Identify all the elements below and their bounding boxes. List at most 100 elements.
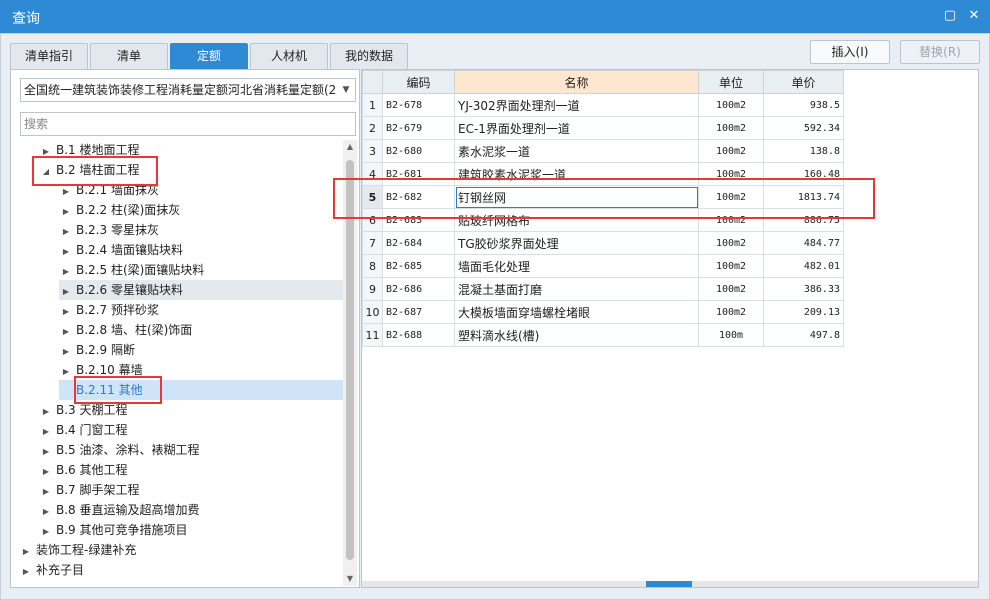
panel-splitter-grip[interactable] xyxy=(646,581,692,587)
tree-node[interactable]: ▶ 装饰工程-绿建补充 xyxy=(19,540,343,560)
tree-node[interactable]: ▶ B.2.4 墙面镶贴块料 xyxy=(59,240,343,260)
collapsed-caret-icon[interactable]: ▶ xyxy=(59,282,73,302)
cell-unit[interactable]: 100m2 xyxy=(698,300,764,324)
table-row[interactable]: 6 B2-683 贴玻纤网格布 100m2 886.75 xyxy=(362,208,844,232)
table-row[interactable]: 9 B2-686 混凝土基面打磨 100m2 386.33 xyxy=(362,277,844,301)
cell-code[interactable]: B2-687 xyxy=(382,300,455,324)
cell-unit[interactable]: 100m2 xyxy=(698,116,764,140)
cell-name[interactable]: TG胶砂浆界面处理 xyxy=(454,231,699,255)
table-row[interactable]: 8 B2-685 墙面毛化处理 100m2 482.01 xyxy=(362,254,844,278)
cell-name[interactable]: 钉钢丝网 xyxy=(454,185,699,209)
cell-name[interactable]: 墙面毛化处理 xyxy=(454,254,699,278)
cell-code[interactable]: B2-686 xyxy=(382,277,455,301)
tab-bill[interactable]: 清单 xyxy=(90,43,168,69)
header-unit[interactable]: 单位 xyxy=(698,70,764,94)
tree-node[interactable]: B.2.11 其他 xyxy=(59,380,343,400)
cell-code[interactable]: B2-682 xyxy=(382,185,455,209)
close-icon[interactable]: ✕ xyxy=(964,6,984,26)
table-row[interactable]: 1 B2-678 YJ-302界面处理剂一道 100m2 938.5 xyxy=(362,93,844,117)
cell-name[interactable]: 贴玻纤网格布 xyxy=(454,208,699,232)
cell-name[interactable]: YJ-302界面处理剂一道 xyxy=(454,93,699,117)
header-price[interactable]: 单价 xyxy=(763,70,844,94)
tree-node[interactable]: ▶ B.2.3 零星抹灰 xyxy=(59,220,343,240)
search-input[interactable] xyxy=(20,112,356,136)
cell-price[interactable]: 138.8 xyxy=(763,139,844,163)
collapsed-caret-icon[interactable]: ▶ xyxy=(59,342,73,362)
cell-name[interactable]: 素水泥浆一道 xyxy=(454,139,699,163)
header-code[interactable]: 编码 xyxy=(382,70,455,94)
tree-node[interactable]: ▶ B.7 脚手架工程 xyxy=(39,480,343,500)
cell-unit[interactable]: 100m2 xyxy=(698,231,764,255)
cell-unit[interactable]: 100m xyxy=(698,323,764,347)
tree-node[interactable]: ▶ B.4 门窗工程 xyxy=(39,420,343,440)
cell-unit[interactable]: 100m2 xyxy=(698,254,764,278)
cell-unit[interactable]: 100m2 xyxy=(698,162,764,186)
cell-price[interactable]: 386.33 xyxy=(763,277,844,301)
collapsed-caret-icon[interactable]: ▶ xyxy=(19,542,33,562)
collapsed-caret-icon[interactable]: ▶ xyxy=(39,462,53,482)
tree-node[interactable]: ▶ B.1 楼地面工程 xyxy=(39,140,343,160)
cell-code[interactable]: B2-683 xyxy=(382,208,455,232)
table-row[interactable]: 10 B2-687 大模板墙面穿墙螺栓堵眼 100m2 209.13 xyxy=(362,300,844,324)
row-index[interactable]: 5 xyxy=(362,185,383,209)
row-index[interactable]: 6 xyxy=(362,208,383,232)
table-row[interactable]: 7 B2-684 TG胶砂浆界面处理 100m2 484.77 xyxy=(362,231,844,255)
chevron-down-icon[interactable]: ▼ xyxy=(337,79,355,101)
cell-name[interactable]: 大模板墙面穿墙螺栓堵眼 xyxy=(454,300,699,324)
tree-node[interactable]: ▶ B.2.5 柱(梁)面镶贴块料 xyxy=(59,260,343,280)
collapsed-caret-icon[interactable]: ▶ xyxy=(39,142,53,162)
collapsed-caret-icon[interactable]: ▶ xyxy=(39,422,53,442)
collapsed-caret-icon[interactable]: ▶ xyxy=(59,322,73,342)
tree-node[interactable]: ▶ B.5 油漆、涂料、裱糊工程 xyxy=(39,440,343,460)
tab-labor-material-machine[interactable]: 人材机 xyxy=(250,43,328,69)
cell-name[interactable]: 塑料滴水线(槽) xyxy=(454,323,699,347)
horizontal-scrollbar[interactable] xyxy=(362,581,978,587)
table-row[interactable]: 5 B2-682 钉钢丝网 100m2 1813.74 xyxy=(362,185,844,209)
row-index[interactable]: 7 xyxy=(362,231,383,255)
library-select[interactable]: 全国统一建筑装饰装修工程消耗量定额河北省消耗量定额(2012) ▼ xyxy=(20,78,356,102)
collapsed-caret-icon[interactable]: ▶ xyxy=(59,262,73,282)
tree-node[interactable]: ▶ B.2.10 幕墙 xyxy=(59,360,343,380)
scroll-down-icon[interactable]: ▼ xyxy=(343,572,357,586)
cell-unit[interactable]: 100m2 xyxy=(698,208,764,232)
collapsed-caret-icon[interactable]: ▶ xyxy=(39,402,53,422)
insert-button[interactable]: 插入(I) xyxy=(810,40,890,64)
tree-scrollbar[interactable]: ▲ ▼ xyxy=(343,140,357,586)
collapsed-caret-icon[interactable]: ▶ xyxy=(39,522,53,542)
tree-node[interactable]: ▶ B.6 其他工程 xyxy=(39,460,343,480)
cell-price[interactable]: 209.13 xyxy=(763,300,844,324)
collapsed-caret-icon[interactable]: ▶ xyxy=(59,222,73,242)
collapsed-caret-icon[interactable]: ▶ xyxy=(59,362,73,382)
cell-unit[interactable]: 100m2 xyxy=(698,139,764,163)
tree-node[interactable]: ◢ B.2 墙柱面工程 xyxy=(39,160,343,180)
cell-name[interactable]: EC-1界面处理剂一道 xyxy=(454,116,699,140)
collapsed-caret-icon[interactable]: ▶ xyxy=(39,442,53,462)
tab-quota[interactable]: 定额 xyxy=(170,43,248,69)
collapsed-caret-icon[interactable]: ▶ xyxy=(19,562,33,582)
scroll-up-icon[interactable]: ▲ xyxy=(343,140,357,154)
cell-code[interactable]: B2-679 xyxy=(382,116,455,140)
scroll-thumb[interactable] xyxy=(346,160,354,560)
cell-code[interactable]: B2-684 xyxy=(382,231,455,255)
cell-price[interactable]: 482.01 xyxy=(763,254,844,278)
collapsed-caret-icon[interactable]: ▶ xyxy=(59,242,73,262)
cell-price[interactable]: 1813.74 xyxy=(763,185,844,209)
expanded-caret-icon[interactable]: ◢ xyxy=(39,162,53,182)
cell-unit[interactable]: 100m2 xyxy=(698,93,764,117)
table-row[interactable]: 4 B2-681 建筑胶素水泥浆一道 100m2 160.48 xyxy=(362,162,844,186)
tree-node[interactable]: ▶ B.8 垂直运输及超高增加费 xyxy=(39,500,343,520)
tree-node[interactable]: ▶ B.9 其他可竞争措施项目 xyxy=(39,520,343,540)
cell-price[interactable]: 484.77 xyxy=(763,231,844,255)
row-index[interactable]: 3 xyxy=(362,139,383,163)
collapsed-caret-icon[interactable]: ▶ xyxy=(39,482,53,502)
tree-node[interactable]: ▶ B.2.7 预拌砂浆 xyxy=(59,300,343,320)
collapsed-caret-icon[interactable]: ▶ xyxy=(59,202,73,222)
cell-unit[interactable]: 100m2 xyxy=(698,277,764,301)
cell-unit[interactable]: 100m2 xyxy=(698,185,764,209)
tree-node[interactable]: ▶ B.2.1 墙面抹灰 xyxy=(59,180,343,200)
table-row[interactable]: 11 B2-688 塑料滴水线(槽) 100m 497.8 xyxy=(362,323,844,347)
collapsed-caret-icon[interactable]: ▶ xyxy=(59,302,73,322)
tree-node[interactable]: ▶ B.2.8 墙、柱(梁)饰面 xyxy=(59,320,343,340)
replace-button[interactable]: 替换(R) xyxy=(900,40,980,64)
row-index[interactable]: 1 xyxy=(362,93,383,117)
